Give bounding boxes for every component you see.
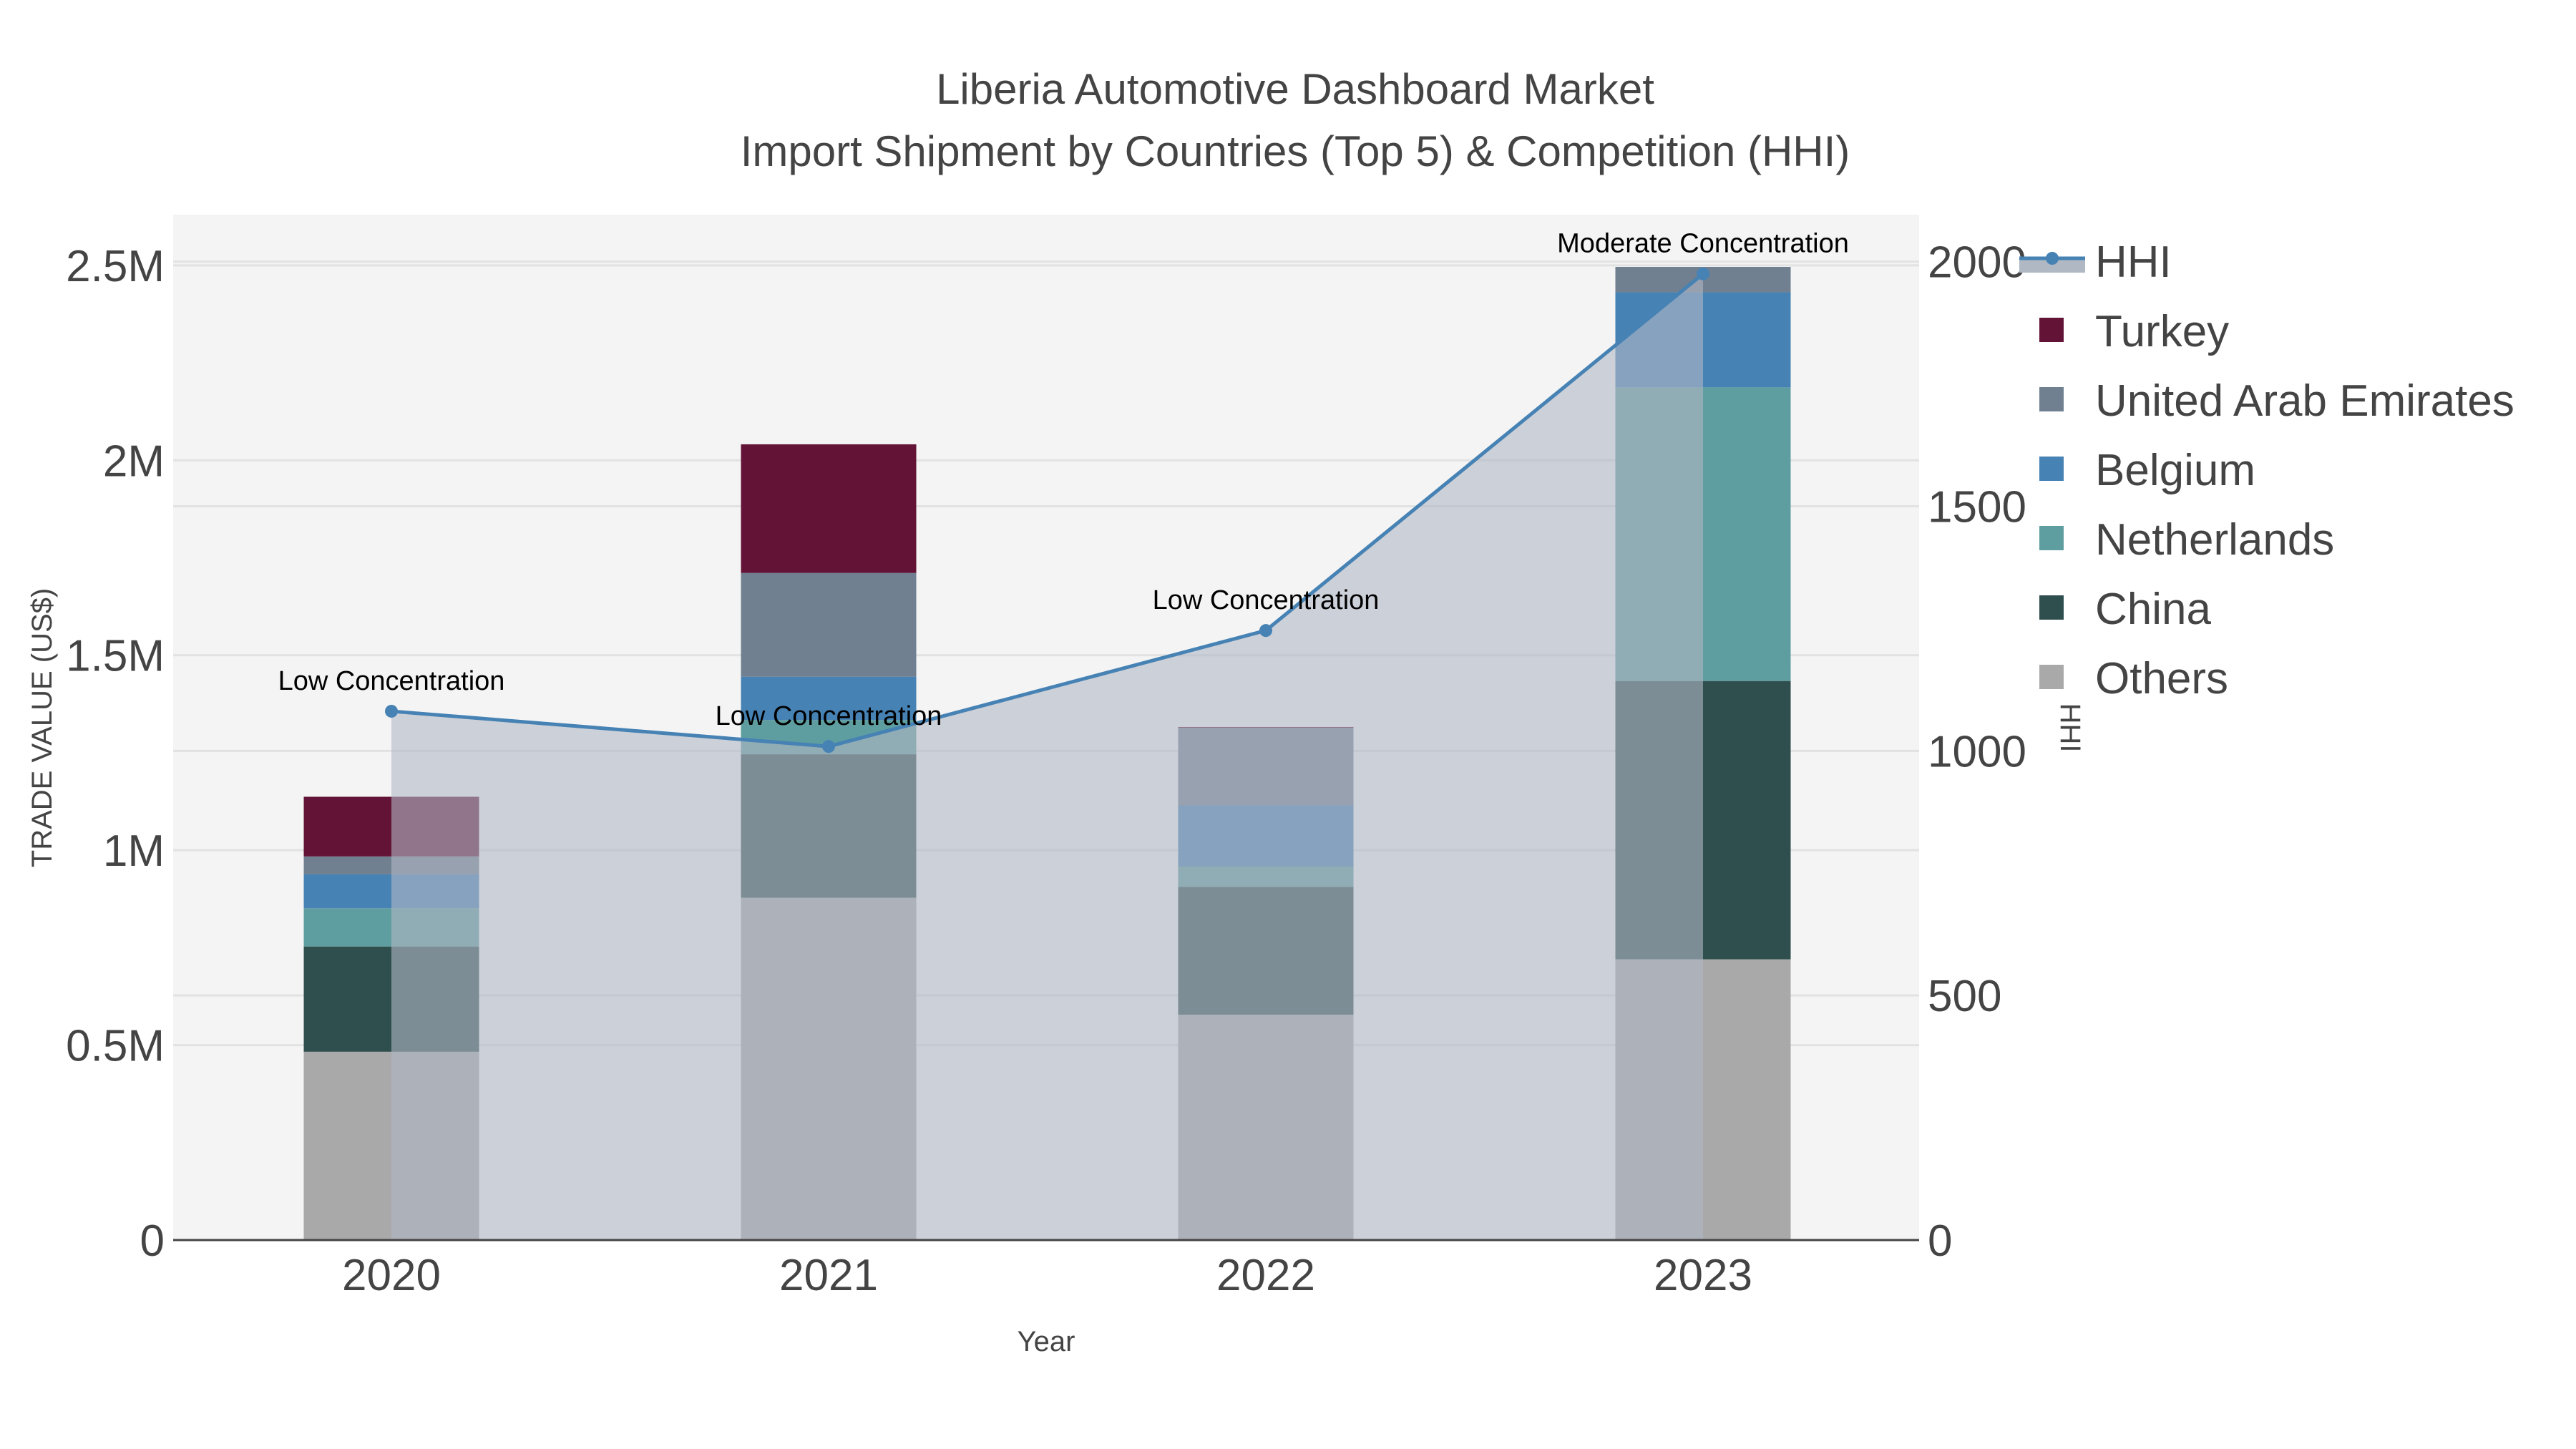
legend-label-netherlands: Netherlands [2095, 515, 2334, 565]
x-tick-label: 2020 [342, 1251, 441, 1300]
legend-label-turkey: Turkey [2095, 307, 2229, 356]
y2-tick-label: 1000 [1928, 727, 2026, 776]
legend-label-belgium: Belgium [2095, 446, 2255, 495]
y-tick-label: 0.5M [66, 1022, 165, 1071]
y2-tick-label: 1500 [1928, 482, 2026, 532]
legend-label-china: China [2095, 585, 2212, 634]
legend-label-others: Others [2095, 654, 2228, 703]
legend-hhi-marker [2046, 252, 2059, 265]
y2-axis-label: HHI [2054, 703, 2086, 753]
y-tick-label: 1.5M [66, 632, 165, 681]
legend-swatch-turkey [2039, 318, 2064, 342]
legend-label-united-arab-emirates: United Arab Emirates [2095, 376, 2514, 426]
x-axis-label: Year [1018, 1326, 1075, 1357]
legend-swatch-belgium [2039, 457, 2064, 481]
y-tick-label: 0 [140, 1216, 165, 1266]
y2-axis-ticks: 0 500 1000 1500 2000 [1928, 238, 2026, 1266]
legend-label-hhi: HHI [2095, 238, 2172, 287]
chart-subtitle: Import Shipment by Countries (Top 5) & C… [741, 127, 1850, 175]
y-axis-label: TRADE VALUE (US$) [26, 588, 58, 867]
legend-swatch-united-arab-emirates [2039, 387, 2064, 411]
hhi-point-2020 [385, 704, 398, 718]
legend-swatch-china [2039, 595, 2064, 620]
x-tick-label: 2023 [1654, 1251, 1752, 1300]
y2-tick-label: 0 [1928, 1216, 1952, 1266]
legend: HHI Turkey United Arab Emirates Belgium Neth… [2019, 238, 2514, 703]
x-axis-ticks: 2020 2021 2022 2023 [342, 1251, 1752, 1300]
y-tick-label: 1M [103, 826, 165, 876]
hhi-annotation: Low Concentration [1153, 585, 1380, 615]
bar-turkey-2021 [741, 444, 917, 573]
hhi-point-2023 [1697, 267, 1709, 280]
chart-title: Liberia Automotive Dashboard Market [936, 65, 1654, 113]
legend-swatch-others [2039, 665, 2064, 689]
hhi-annotation: Low Concentration [716, 701, 942, 731]
y2-tick-label: 2000 [1928, 238, 2026, 288]
legend-swatch-netherlands [2039, 526, 2064, 550]
y2-tick-label: 500 [1928, 972, 2001, 1021]
bar-united-arab-emirates-2021 [741, 572, 917, 677]
x-tick-label: 2022 [1216, 1251, 1315, 1300]
x-tick-label: 2021 [779, 1251, 878, 1300]
y-tick-label: 2.5M [66, 242, 165, 291]
hhi-point-2022 [1259, 624, 1272, 638]
chart: Liberia Automotive Dashboard Market Impo… [26, 65, 2514, 1357]
y-tick-label: 2M [103, 436, 165, 486]
hhi-point-2021 [822, 740, 835, 753]
hhi-annotation: Low Concentration [278, 666, 505, 696]
hhi-annotation: Moderate Concentration [1557, 229, 1849, 259]
y-axis-ticks: 0 0.5M 1M 1.5M 2M 2.5M [66, 242, 165, 1266]
